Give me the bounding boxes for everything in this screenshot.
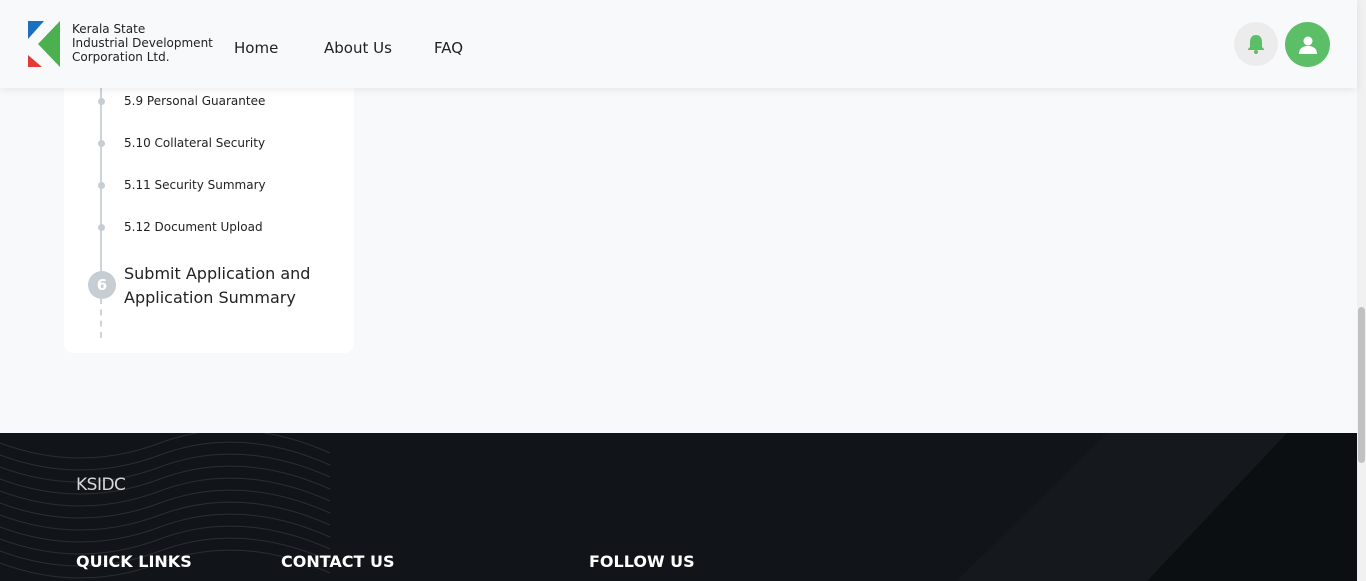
brand-line-3: Corporation Ltd. (72, 50, 170, 64)
page-scrollbar-track[interactable] (1357, 0, 1366, 581)
substep-security-summary[interactable]: 5.11 Security Summary (124, 178, 266, 192)
bell-icon (1248, 35, 1264, 54)
nav-about-us[interactable]: About Us (324, 39, 392, 57)
substep-personal-guarantee[interactable]: 5.9 Personal Guarantee (124, 94, 265, 108)
stepper-rail-dashed (100, 298, 102, 338)
step-6-title-line-2: Application Summary (124, 288, 296, 307)
brand-line-2: Industrial Development (72, 36, 213, 50)
substep-dot (98, 98, 105, 105)
substep-dot (98, 140, 105, 147)
substep-collateral-security[interactable]: 5.10 Collateral Security (124, 136, 265, 150)
step-6-number: 6 (88, 271, 116, 299)
stepper-rail (100, 88, 102, 273)
nav-home[interactable]: Home (234, 39, 278, 57)
notifications-button[interactable] (1234, 22, 1278, 66)
brand-name: Kerala State Industrial Development Corp… (72, 22, 213, 64)
footer-contact-us-heading: CONTACT US (281, 552, 395, 571)
footer-follow-us-heading: FOLLOW US (589, 552, 695, 571)
substep-document-upload[interactable]: 5.12 Document Upload (124, 220, 263, 234)
top-header: Kerala State Industrial Development Corp… (0, 0, 1357, 88)
substep-dot (98, 224, 105, 231)
page-footer: KSIDC QUICK LINKS CONTACT US FOLLOW US (0, 433, 1357, 581)
brand-line-1: Kerala State (72, 22, 146, 36)
footer-brand: KSIDC (76, 475, 126, 495)
footer-quick-links-heading: QUICK LINKS (76, 552, 192, 571)
footer-diagonal-decoration (957, 433, 1357, 581)
profile-button[interactable] (1285, 22, 1330, 67)
page-scrollbar-thumb[interactable] (1358, 307, 1365, 463)
step-6-title-line-1: Submit Application and (124, 264, 311, 283)
step-6-title[interactable]: Submit Application and Application Summa… (124, 262, 310, 310)
ksidc-logo[interactable] (28, 21, 60, 67)
nav-faq[interactable]: FAQ (434, 39, 463, 57)
user-icon (1298, 36, 1317, 54)
substep-dot (98, 182, 105, 189)
